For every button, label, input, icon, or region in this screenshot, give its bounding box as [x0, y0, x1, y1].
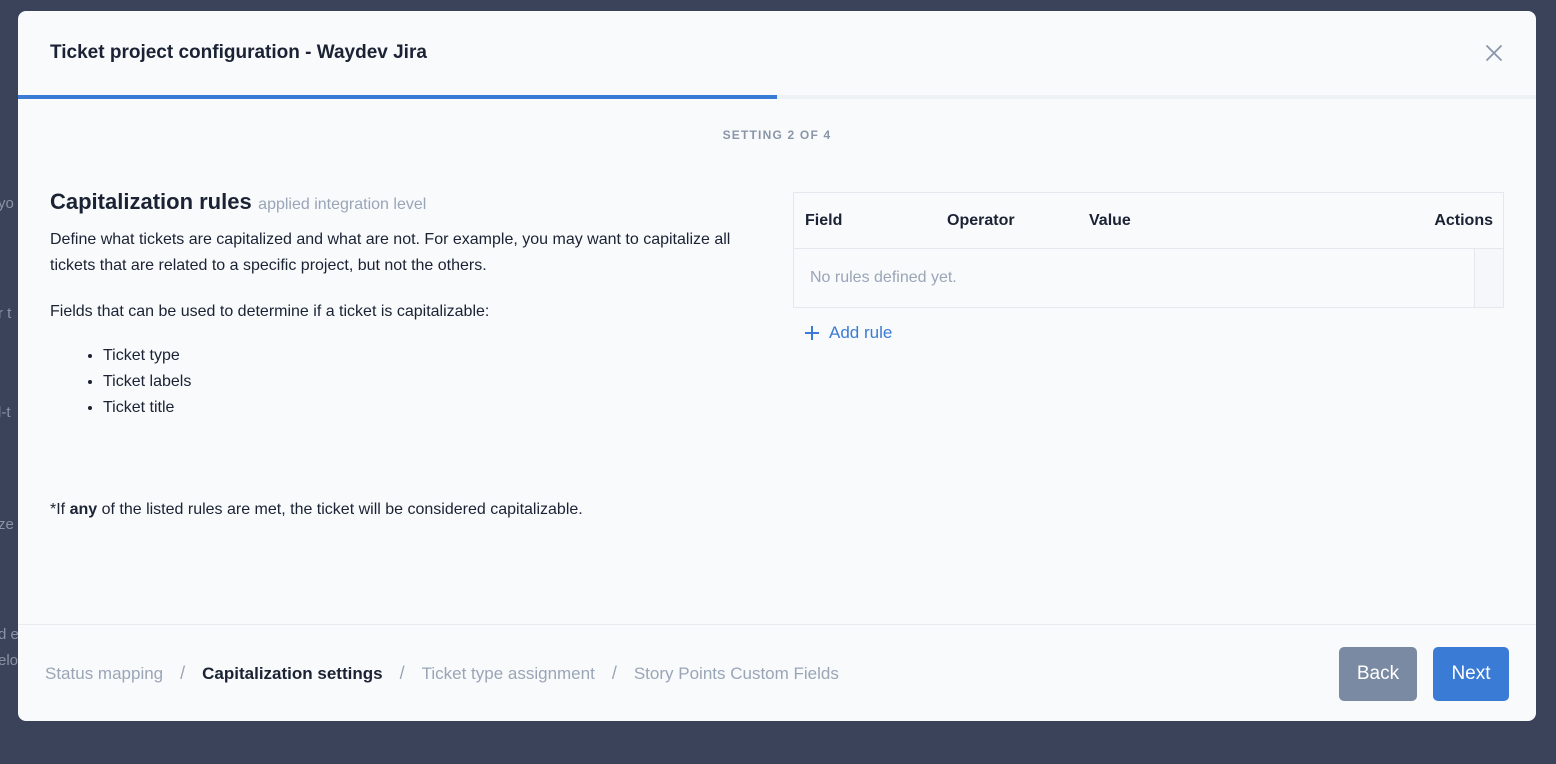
rules-table: Field Operator Value Actions No rules de…: [793, 192, 1504, 308]
breadcrumb-ticket-type-assignment[interactable]: Ticket type assignment: [422, 664, 595, 684]
breadcrumb-capitalization-settings[interactable]: Capitalization settings: [202, 664, 382, 684]
background-snippet: ze: [0, 516, 14, 533]
background-snippet: l-t: [0, 404, 11, 421]
actions-cell: [1474, 249, 1503, 307]
plus-icon: [805, 326, 819, 340]
list-item: Ticket labels: [103, 369, 770, 395]
breadcrumb: Status mapping / Capitalization settings…: [45, 625, 839, 721]
background-snippet: r t: [0, 305, 12, 322]
configuration-modal: Ticket project configuration - Waydev Ji…: [18, 11, 1536, 721]
list-item: Ticket title: [103, 395, 770, 421]
empty-state-message: No rules defined yet.: [810, 269, 957, 286]
column-header-operator: Operator: [947, 211, 1015, 229]
column-header-actions: Actions: [1434, 211, 1493, 229]
breadcrumb-status-mapping[interactable]: Status mapping: [45, 664, 163, 684]
background-snippet: elo: [0, 652, 18, 669]
breadcrumb-story-points-custom-fields[interactable]: Story Points Custom Fields: [634, 664, 839, 684]
close-button[interactable]: [1480, 39, 1508, 67]
modal-footer: Status mapping / Capitalization settings…: [18, 624, 1536, 721]
breadcrumb-separator: /: [611, 663, 617, 683]
rules-description-panel: Capitalization rules applied integration…: [50, 189, 770, 421]
close-icon: [1486, 45, 1502, 61]
column-header-field: Field: [805, 211, 843, 229]
section-title: Capitalization rules: [50, 189, 252, 214]
progress-bar: [18, 95, 1536, 99]
add-rule-label: Add rule: [829, 323, 893, 342]
capitalizable-fields-list: Ticket type Ticket labels Ticket title: [50, 343, 770, 421]
background-snippet: d e: [0, 626, 18, 643]
background-page-text: yo r t l-t ze d e elo: [0, 0, 18, 764]
table-header-row: Field Operator Value Actions: [794, 193, 1503, 249]
column-header-value: Value: [1089, 211, 1131, 229]
background-snippet: yo: [0, 195, 14, 212]
modal-header: Ticket project configuration - Waydev Ji…: [18, 11, 1536, 95]
list-item: Ticket type: [103, 343, 770, 369]
section-subtitle: applied integration level: [258, 196, 427, 213]
section-description: Define what tickets are capitalized and …: [50, 231, 731, 274]
footnote-suffix: of the listed rules are met, the ticket …: [97, 501, 583, 518]
back-button[interactable]: Back: [1339, 647, 1417, 701]
breadcrumb-separator: /: [399, 663, 405, 683]
progress-bar-fill: [18, 95, 777, 99]
footnote-emphasis: any: [69, 501, 98, 518]
step-indicator: SETTING 2 OF 4: [722, 128, 832, 142]
fields-intro: Fields that can be used to determine if …: [50, 303, 490, 320]
footnote: *If any of the listed rules are met, the…: [50, 501, 583, 519]
add-rule-button[interactable]: Add rule: [805, 323, 892, 343]
breadcrumb-separator: /: [180, 663, 186, 683]
table-empty-row: No rules defined yet.: [794, 249, 1503, 307]
modal-title: Ticket project configuration - Waydev Ji…: [50, 42, 427, 63]
section-heading: Capitalization rules applied integration…: [50, 189, 770, 215]
footnote-prefix: *If: [50, 501, 70, 518]
next-button[interactable]: Next: [1433, 647, 1509, 701]
